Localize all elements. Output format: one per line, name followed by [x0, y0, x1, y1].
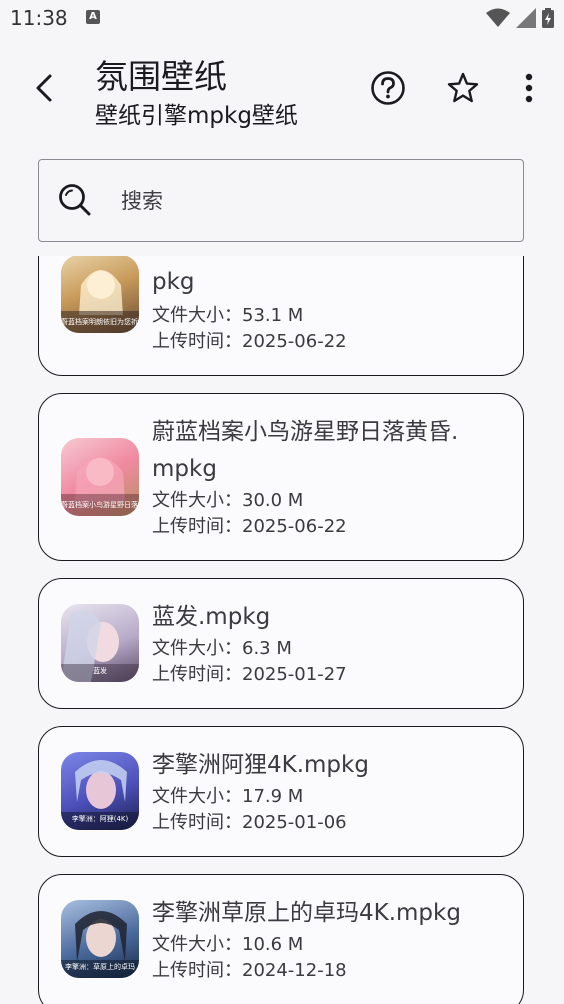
wifi-icon	[486, 8, 510, 27]
file-card[interactable]: 蔚蓝档案小鸟游星野日落黄昏 蔚蓝档案小鸟游星野日落黄昏.mpkg 文件大小：30…	[38, 393, 524, 561]
file-card[interactable]: 李擎洲：草原上的卓玛 李擎洲草原上的卓玛4K.mpkg 文件大小：10.6 M …	[38, 874, 524, 1004]
battery-icon	[542, 8, 554, 28]
file-list[interactable]: 蔚蓝档案明朗依旧为您祈祷 蔚蓝档案-明朗依旧为您祈祷.mpkg 文件大小：53.…	[0, 256, 564, 1004]
file-name: 李擎洲阿狸4K.mpkg	[152, 752, 369, 778]
star-icon	[447, 72, 479, 103]
app-bar: 氛围壁纸 壁纸引擎mpkg壁纸	[0, 36, 564, 146]
thumbnail-caption: 蔚蓝档案明朗依旧为您祈祷	[61, 318, 139, 326]
upload-date: 上传时间：2025-06-22	[152, 331, 347, 352]
upload-date: 上传时间：2025-06-22	[152, 516, 347, 537]
page-title: 氛围壁纸	[95, 57, 227, 96]
file-size: 文件大小：53.1 M	[152, 305, 304, 326]
search-box[interactable]	[38, 159, 524, 242]
page-subtitle: 壁纸引擎mpkg壁纸	[95, 103, 298, 129]
upload-date: 上传时间：2025-01-27	[152, 664, 347, 685]
thumbnail-caption: 蓝发	[93, 667, 107, 675]
file-thumbnail: 李擎洲：草原上的卓玛	[61, 900, 139, 978]
file-thumbnail: 蔚蓝档案小鸟游星野日落黄昏	[61, 438, 139, 516]
more-vert-icon	[525, 73, 533, 103]
file-card[interactable]: 李擎洲：阿狸(4K) 李擎洲阿狸4K.mpkg 文件大小：17.9 M 上传时间…	[38, 726, 524, 857]
status-time: 11:38	[10, 6, 68, 30]
file-thumbnail: 李擎洲：阿狸(4K)	[61, 752, 139, 830]
file-size: 文件大小：30.0 M	[152, 490, 304, 511]
status-bar: 11:38 A	[0, 0, 564, 36]
status-icons	[486, 8, 554, 28]
favorite-button[interactable]	[443, 68, 483, 108]
file-name: 李擎洲草原上的卓玛4K.mpkg	[152, 900, 461, 926]
upload-date: 上传时间：2024-12-18	[152, 960, 347, 981]
file-thumbnail: 蓝发	[61, 604, 139, 682]
signal-icon	[516, 8, 536, 28]
thumbnail-caption: 李擎洲：草原上的卓玛	[65, 963, 135, 971]
file-size: 文件大小：6.3 M	[152, 638, 292, 659]
search-icon	[59, 184, 91, 216]
file-name: 蔚蓝档案-明朗依旧为您祈祷.mpkg	[152, 256, 466, 295]
thumbnail-caption: 李擎洲：阿狸(4K)	[71, 815, 129, 823]
file-card[interactable]: 蓝发 蓝发.mpkg 文件大小：6.3 M 上传时间：2025-01-27	[38, 578, 524, 709]
file-size: 文件大小：17.9 M	[152, 786, 304, 807]
file-name: 蔚蓝档案小鸟游星野日落黄昏.mpkg	[152, 419, 459, 482]
file-name: 蓝发.mpkg	[152, 604, 271, 630]
file-card[interactable]: 蔚蓝档案明朗依旧为您祈祷 蔚蓝档案-明朗依旧为您祈祷.mpkg 文件大小：53.…	[38, 256, 524, 376]
file-thumbnail: 蔚蓝档案明朗依旧为您祈祷	[61, 256, 139, 333]
notification-a-icon: A	[86, 10, 100, 24]
help-icon	[371, 71, 405, 105]
help-button[interactable]	[368, 68, 408, 108]
back-button[interactable]	[26, 70, 62, 106]
thumbnail-caption: 蔚蓝档案小鸟游星野日落黄昏	[61, 501, 139, 509]
more-options-button[interactable]	[509, 68, 549, 108]
arrow-back-icon	[36, 74, 52, 102]
search-input[interactable]	[119, 160, 513, 242]
file-size: 文件大小：10.6 M	[152, 934, 304, 955]
upload-date: 上传时间：2025-01-06	[152, 812, 347, 833]
